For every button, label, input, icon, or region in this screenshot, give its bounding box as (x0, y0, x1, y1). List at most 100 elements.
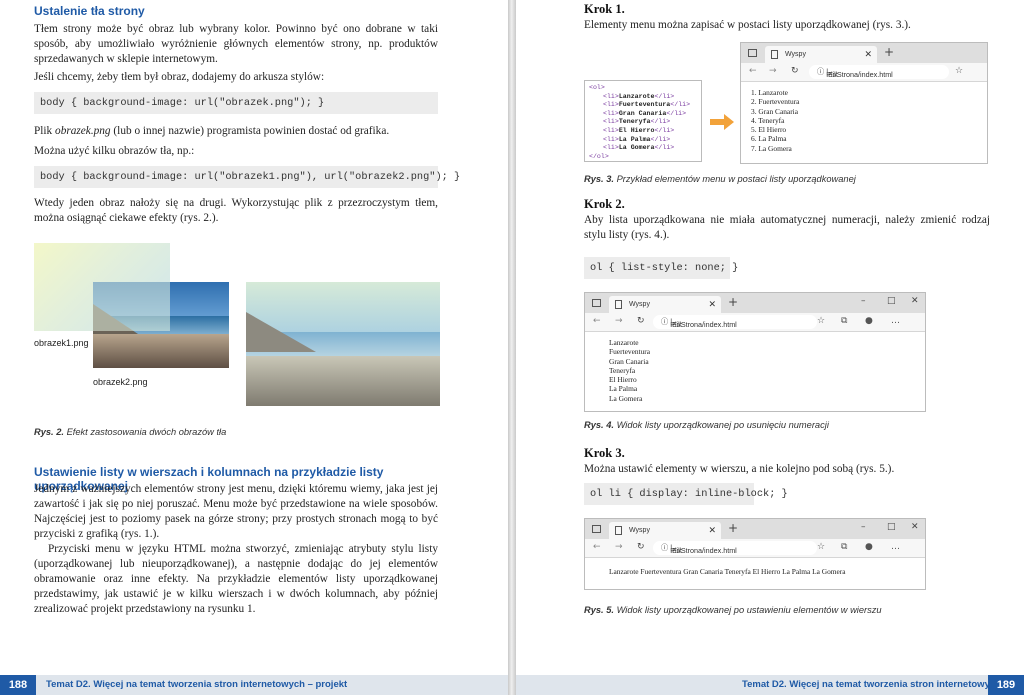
close-window-icon[interactable]: ✕ (911, 296, 919, 306)
close-window-icon[interactable]: ✕ (911, 522, 919, 532)
left-page: Ustalenie tła strony Tłem strony może by… (0, 0, 508, 695)
code-line: <li>El Hierro</li> (603, 126, 675, 134)
image-label: obrazek2.png (93, 377, 148, 387)
url-field[interactable]: ⓘ Plik | E:/Strona/index.html (653, 541, 817, 555)
profile-icon[interactable]: ● (865, 316, 873, 326)
code-snippet: body { background-image: url("obrazek.pn… (34, 92, 438, 114)
paragraph: Aby lista uporządkowana nie miała automa… (584, 214, 990, 241)
footer-title: Temat D2. Więcej na temat tworzenia stro… (742, 679, 1024, 690)
address-bar: ← → ↻ ⓘ Plik | E:/Strona/index.html ☆ ⧉ … (585, 313, 925, 332)
page-footer: 188 Temat D2. Więcej na temat tworzenia … (0, 675, 508, 695)
browser-tab[interactable]: Wyspy ✕ (765, 46, 877, 63)
favorites-icon[interactable]: ☆ (817, 316, 825, 326)
footer-title: Temat D2. Więcej na temat tworzenia stro… (46, 679, 348, 690)
favorites-icon[interactable]: ☆ (817, 542, 825, 552)
new-tab-icon[interactable]: + (728, 521, 738, 535)
tab-bar: Wyspy ✕ + – □ ✕ (585, 519, 925, 539)
paragraph: Przyciski menu w języku HTML można stwor… (34, 543, 438, 615)
new-tab-icon[interactable]: + (884, 45, 894, 59)
tab-bar: Wyspy ✕ + – □ ✕ (585, 293, 925, 313)
list-item: 3. Gran Canaria (751, 106, 798, 116)
tab-bar: Wyspy ✕ + (741, 43, 987, 63)
code-snippet: ol li { display: inline-block; } (584, 483, 788, 505)
reload-icon[interactable]: ↻ (791, 66, 799, 76)
browser-window-plain: Wyspy ✕ + – □ ✕ ← → ↻ ⓘ Plik | E:/Strona/… (584, 292, 926, 412)
figure-caption: Rys. 2. Efekt zastosowania dwóch obrazów… (34, 427, 227, 437)
code-snippet: ol { list-style: none; } (584, 257, 738, 279)
reload-icon[interactable]: ↻ (637, 316, 645, 326)
code-snippet: body { background-image: url("obrazek1.p… (34, 166, 460, 188)
browser-window-inline: Wyspy ✕ + – □ ✕ ← → ↻ ⓘ Plik | E:/Strona/… (584, 518, 926, 590)
url-field[interactable]: ⓘ Plik | E:/Strona/index.html (809, 65, 949, 79)
page-content: 1. Lanzarote 2. Fuerteventura 3. Gran Ca… (741, 82, 987, 159)
image-beach-combined (246, 282, 440, 406)
page-icon (771, 50, 778, 59)
step-title: Krok 2. (584, 197, 625, 211)
code-listing-ol: <ol> <li>Lanzarote</li> <li>Fuerteventur… (584, 80, 702, 162)
section-title-background: Ustalenie tła strony (34, 4, 145, 18)
minimize-icon[interactable]: – (861, 296, 866, 306)
reload-icon[interactable]: ↻ (637, 542, 645, 552)
close-tab-icon[interactable]: ✕ (708, 296, 716, 313)
page-icon (615, 526, 622, 535)
paragraph: Jednym z ważniejszych elementów strony j… (34, 483, 438, 540)
page-number: 189 (988, 675, 1024, 695)
list-item: La Gomera (609, 393, 643, 403)
url-field[interactable]: ⓘ Plik | E:/Strona/index.html (653, 315, 817, 329)
list-item: 2. Fuerteventura (751, 97, 800, 107)
code-line: <li>La Palma</li> (603, 135, 671, 143)
forward-icon[interactable]: → (769, 66, 777, 76)
more-icon[interactable]: … (891, 542, 900, 552)
close-tab-icon[interactable]: ✕ (708, 522, 716, 539)
more-icon[interactable]: … (891, 316, 900, 326)
figure-caption: Rys. 3. Przykład elementów menu w postac… (584, 174, 856, 184)
page-content: Lanzarote Fuerteventura Gran Canaria Ten… (585, 332, 925, 409)
browser-tab[interactable]: Wyspy ✕ (609, 296, 721, 313)
list-item: 6. La Palma (751, 134, 787, 144)
paragraph: Elementy menu można zapisać w postaci li… (584, 19, 911, 31)
window-icon (748, 49, 757, 57)
paragraph: Można ustawić elementy w wierszu, a nie … (584, 463, 895, 475)
arrow-right-icon (710, 114, 734, 130)
page-icon (615, 300, 622, 309)
code-line: <li>Teneryfa</li> (603, 118, 671, 126)
new-tab-icon[interactable]: + (728, 295, 738, 309)
page-number: 188 (0, 675, 36, 695)
list-item: Fuerteventura (609, 347, 651, 357)
maximize-icon[interactable]: □ (887, 296, 896, 306)
overlay-transparent-region (93, 282, 170, 331)
address-bar: ← → ↻ ⓘ Plik | E:/Strona/index.html ☆ ⧉ … (585, 539, 925, 558)
browser-window-numbered: Wyspy ✕ + ← → ↻ ⓘ Plik | E:/Strona/index.… (740, 42, 988, 164)
window-icon (592, 525, 601, 533)
book-gutter (508, 0, 516, 695)
paragraph: Tłem strony może być obraz lub wybrany k… (34, 23, 438, 65)
step-title: Krok 1. (584, 2, 625, 16)
favorites-icon[interactable]: ☆ (955, 66, 963, 76)
list-item: Lanzarote (609, 338, 639, 347)
back-icon[interactable]: ← (593, 316, 601, 326)
list-item: Gran Canaria (609, 356, 649, 366)
list-item: Teneryfa (609, 365, 636, 375)
figure-caption: Rys. 5. Widok listy uporządkowanej po us… (584, 605, 882, 615)
paragraph: Plik obrazek.png (lub o innej nazwie) pr… (34, 125, 390, 137)
page-content: Lanzarote Fuerteventura Gran Canaria Ten… (609, 567, 846, 576)
list-item: La Palma (609, 384, 638, 394)
forward-icon[interactable]: → (615, 316, 623, 326)
maximize-icon[interactable]: □ (887, 522, 896, 532)
paragraph: Wtedy jeden obraz nałoży się na drugi. W… (34, 197, 438, 224)
back-icon[interactable]: ← (749, 66, 757, 76)
minimize-icon[interactable]: – (861, 522, 866, 532)
list-item: 4. Teneryfa (751, 115, 785, 125)
figure-caption: Rys. 4. Widok listy uporządkowanej po us… (584, 420, 829, 430)
back-icon[interactable]: ← (593, 542, 601, 552)
close-tab-icon[interactable]: ✕ (864, 46, 872, 63)
filename: obrazek.png (55, 125, 111, 137)
forward-icon[interactable]: → (615, 542, 623, 552)
code-line: <li>Lanzarote</li> (603, 92, 675, 100)
profile-icon[interactable]: ● (865, 542, 873, 552)
browser-tab[interactable]: Wyspy ✕ (609, 522, 721, 539)
page-footer: Temat D2. Więcej na temat tworzenia stro… (516, 675, 1024, 695)
list-item: 5. El Hierro (751, 125, 787, 135)
collections-icon[interactable]: ⧉ (841, 542, 847, 552)
collections-icon[interactable]: ⧉ (841, 316, 847, 326)
